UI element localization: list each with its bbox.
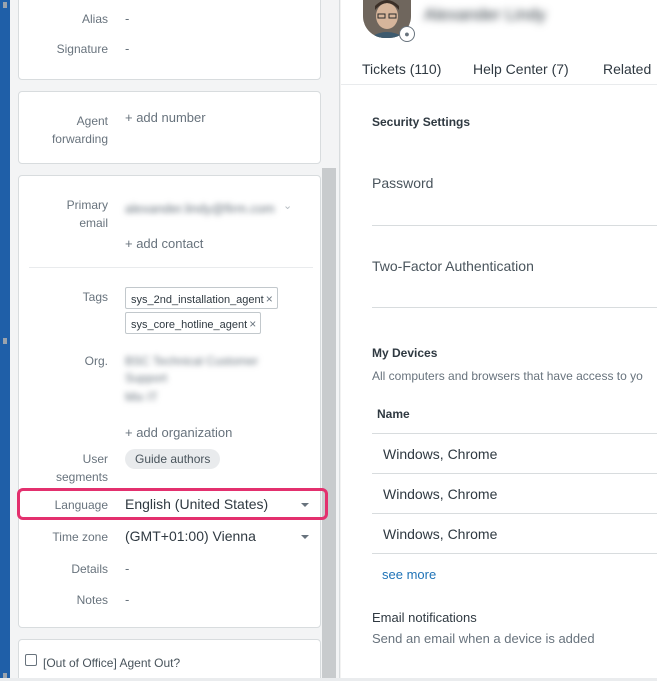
- org-line3[interactable]: Mix IT: [125, 388, 158, 406]
- device-row[interactable]: Windows, Chrome: [383, 446, 497, 462]
- org-line1[interactable]: BSC Technical Customer: [125, 352, 258, 370]
- tab-help-center[interactable]: Help Center (7): [473, 61, 569, 77]
- out-of-office-label: [Out of Office] Agent Out?: [43, 656, 181, 670]
- devices-description: All computers and browsers that have acc…: [372, 369, 643, 383]
- user-segments-label-line2: segments: [55, 470, 108, 484]
- agent-forwarding-card: Agent forwarding + add number: [18, 91, 321, 164]
- add-contact-link[interactable]: + add contact: [125, 235, 203, 253]
- out-of-office-checkbox[interactable]: [25, 654, 37, 666]
- scrollbar[interactable]: [322, 168, 336, 681]
- org-label: Org.: [84, 354, 108, 368]
- table-header-divider: [372, 433, 657, 434]
- org-line2[interactable]: Support: [125, 369, 167, 387]
- identity-card: Alias - Signature -: [18, 0, 321, 80]
- user-segments-label-line1: User: [82, 452, 108, 466]
- signature-value[interactable]: -: [125, 40, 129, 58]
- remove-tag-icon[interactable]: ×: [249, 317, 256, 331]
- edge-marker: [3, 338, 7, 344]
- app-edge-strip: [0, 0, 10, 681]
- language-highlight-box: [17, 488, 328, 520]
- agent-forwarding-label-line2: forwarding: [51, 132, 108, 146]
- edge-marker: [3, 2, 7, 8]
- primary-email-value[interactable]: alexander.lindy@firm.com: [125, 200, 275, 218]
- device-row[interactable]: Windows, Chrome: [383, 486, 497, 502]
- tab-related[interactable]: Related: [603, 61, 651, 77]
- properties-card: Primary email alexander.lindy@firm.com ⌄…: [18, 175, 321, 628]
- alias-value[interactable]: -: [125, 10, 129, 28]
- agent-forwarding-label: Agent forwarding: [52, 112, 108, 148]
- presence-icon: ●: [399, 26, 415, 42]
- device-row[interactable]: Windows, Chrome: [383, 526, 497, 542]
- tag-label: sys_core_hotline_agent: [131, 319, 248, 331]
- signature-label: Signature: [56, 42, 108, 56]
- time-zone-select[interactable]: (GMT+01:00) Vienna: [125, 527, 256, 545]
- primary-email-label: Primary email: [67, 196, 108, 232]
- details-label: Details: [71, 562, 108, 576]
- segment-pill: Guide authors: [125, 449, 221, 469]
- see-more-link[interactable]: see more: [382, 567, 436, 582]
- email-notifications-description: Send an email when a device is added: [372, 631, 595, 646]
- tag-chip[interactable]: sys_core_hotline_agent ×: [125, 312, 262, 334]
- primary-email-label-line2: email: [79, 216, 108, 230]
- notes-label: Notes: [76, 593, 108, 607]
- divider: [372, 513, 657, 514]
- two-factor-label[interactable]: Two-Factor Authentication: [372, 258, 534, 274]
- divider: [372, 473, 657, 474]
- tag-label: sys_2nd_installation_agent: [131, 294, 264, 306]
- primary-email-label-line1: Primary: [66, 198, 108, 212]
- password-label[interactable]: Password: [372, 175, 433, 191]
- user-properties-panel: Alias - Signature - Agent forwarding + a…: [10, 0, 340, 681]
- tags-label: Tags: [82, 290, 108, 304]
- details-value[interactable]: -: [125, 560, 129, 578]
- caret-down-icon[interactable]: [301, 535, 309, 539]
- user-name: Alexander Lindy: [424, 5, 546, 24]
- tabs-divider: [341, 84, 657, 85]
- name-column-header: Name: [377, 407, 410, 421]
- divider: [372, 553, 657, 554]
- add-number-link[interactable]: + add number: [125, 109, 206, 127]
- divider: [29, 267, 313, 268]
- tab-tickets[interactable]: Tickets (110): [362, 61, 441, 77]
- user-segments-label: User segments: [56, 450, 108, 486]
- alias-label: Alias: [81, 12, 108, 26]
- agent-forwarding-label-line1: Agent: [76, 114, 108, 128]
- chevron-down-icon[interactable]: ⌄: [283, 199, 292, 212]
- add-organization-link[interactable]: + add organization: [125, 424, 232, 442]
- divider: [372, 225, 657, 226]
- security-settings-title: Security Settings: [372, 115, 471, 129]
- remove-tag-icon[interactable]: ×: [266, 292, 273, 306]
- divider: [372, 307, 657, 308]
- my-devices-title: My Devices: [372, 346, 438, 360]
- time-zone-label: Time zone: [52, 530, 108, 544]
- tag-chip[interactable]: sys_2nd_installation_agent ×: [125, 287, 278, 309]
- notes-value[interactable]: -: [125, 591, 129, 609]
- email-notifications-title: Email notifications: [372, 610, 477, 625]
